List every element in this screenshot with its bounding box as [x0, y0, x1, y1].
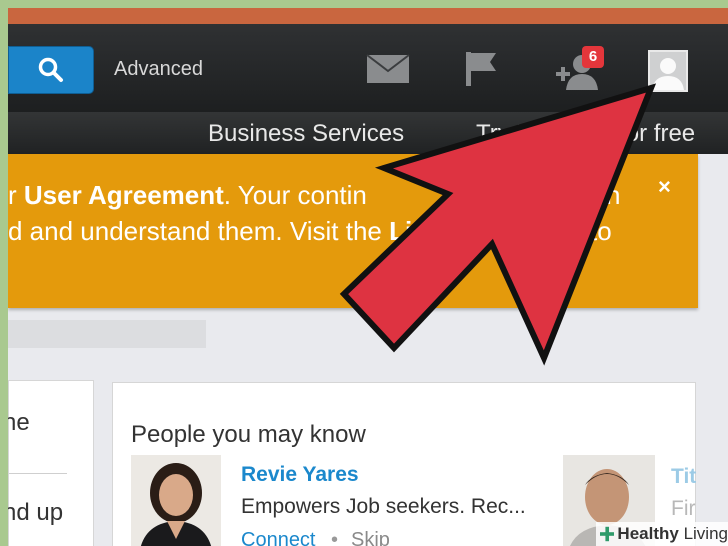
card-title: People you may know	[131, 421, 366, 448]
watermark-brand-bold: Healthy	[617, 524, 679, 543]
profile-avatar-icon	[650, 52, 686, 90]
left-card-text: nd up	[8, 499, 64, 526]
notification-badge[interactable]: 6	[582, 46, 604, 68]
skip-link[interactable]: Skip	[351, 529, 390, 546]
banner-link-bold[interactable]: Lin	[389, 216, 428, 246]
search-icon	[38, 57, 63, 82]
person-name-link[interactable]: Revie Yares	[241, 463, 359, 487]
banner-text-tail: n	[606, 180, 621, 210]
nav-business-services[interactable]: Business Services	[208, 120, 404, 148]
placeholder-bar	[8, 320, 206, 348]
person-photo[interactable]	[131, 455, 221, 546]
banner-text: d and understand them. Visit the	[8, 216, 390, 246]
cross-logo-icon	[600, 526, 615, 542]
advanced-search-link[interactable]: Advanced	[114, 58, 203, 81]
banner-text: . Your contin	[223, 180, 367, 210]
banner-line-2: d and understand them. Visit the Lin	[8, 216, 428, 247]
person-headline: Empowers Job seekers. Rec...	[241, 495, 526, 518]
person-name-link[interactable]: Tit	[671, 465, 696, 489]
banner-user-agreement-bold: User Agreement	[23, 180, 224, 210]
search-button[interactable]	[8, 46, 94, 94]
envelope-icon[interactable]	[366, 54, 410, 84]
profile-avatar-button[interactable]	[648, 50, 688, 92]
connect-link[interactable]: Connect	[241, 529, 316, 546]
person-headline: Fir	[671, 497, 696, 520]
top-strip	[8, 8, 728, 24]
linkedin-screen: Advanced 6 Business Services Try Premium	[8, 8, 728, 546]
banner-text: r	[8, 180, 24, 210]
banner-text-tail: to	[590, 216, 612, 246]
nav-bar: Business Services Try Premium for free	[8, 112, 728, 154]
left-card-text: he	[8, 409, 30, 436]
watermark-brand: Healthy Living	[617, 524, 728, 544]
header-bar: Advanced 6	[8, 24, 728, 112]
user-agreement-banner: r User Agreement. Your contin n d and un…	[8, 154, 698, 308]
flag-icon[interactable]	[462, 50, 502, 88]
left-card: he nd up	[8, 380, 94, 546]
person-portrait-image	[131, 455, 221, 546]
separator-dot: •	[331, 529, 339, 546]
watermark-brand-light: Living	[683, 524, 728, 543]
close-icon[interactable]: ×	[658, 174, 671, 200]
watermark: Healthy Living	[596, 522, 728, 546]
nav-try-premium[interactable]: Try Premium for free	[476, 120, 695, 148]
banner-line-1: r User Agreement. Your contin	[8, 180, 367, 211]
divider	[9, 473, 67, 474]
